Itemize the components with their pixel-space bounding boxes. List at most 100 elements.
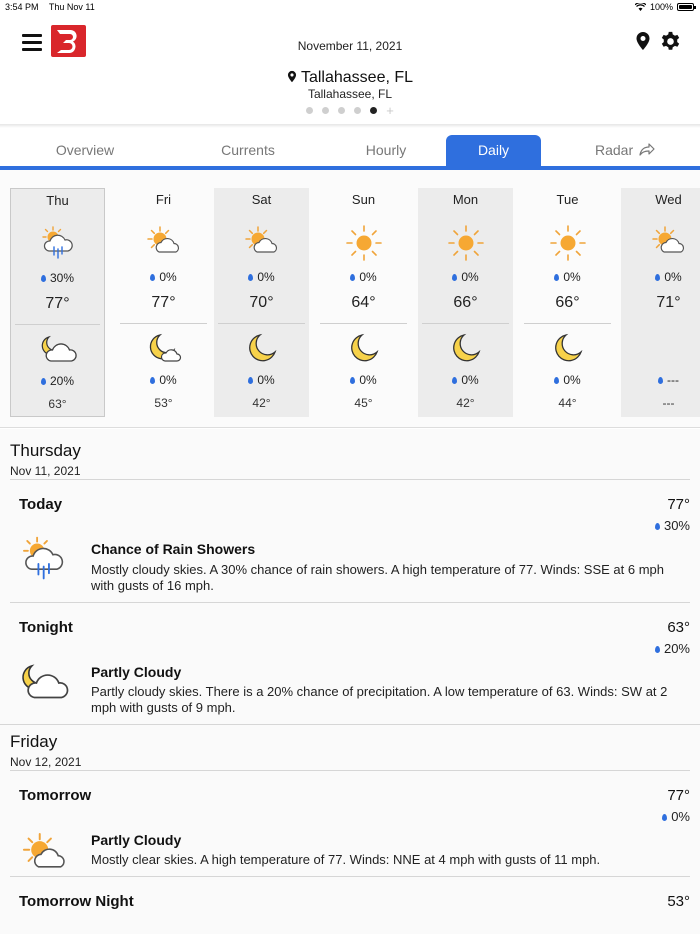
forecast-day-name: Sat bbox=[251, 192, 272, 207]
forecast-day-name: Mon bbox=[452, 192, 479, 207]
divider bbox=[120, 323, 207, 324]
header-date: November 11, 2021 bbox=[297, 39, 403, 53]
raindrop-icon bbox=[554, 274, 560, 281]
forecast-day-1[interactable]: Fri 0% 77° 0% 53° bbox=[116, 188, 211, 417]
forecast-night-precip: 0% bbox=[520, 373, 615, 387]
app-header: November 11, 2021 Tallahassee, FL Tallah… bbox=[0, 14, 700, 126]
forecast-day-precip: 30% bbox=[11, 271, 104, 285]
forecast-low: 42° bbox=[456, 396, 475, 410]
partly-cloudy-night-icon bbox=[41, 336, 77, 362]
add-location-icon[interactable]: + bbox=[386, 104, 394, 117]
page-dot[interactable] bbox=[306, 107, 314, 114]
forecast-day-5[interactable]: Tue 0% 66° 0% 44° bbox=[520, 188, 615, 417]
forecast-day-name: Thu bbox=[46, 193, 69, 208]
forecast-day-name: Sun bbox=[351, 192, 376, 207]
raindrop-icon bbox=[662, 814, 668, 821]
divider bbox=[15, 324, 100, 325]
forecast-high: 66° bbox=[453, 294, 478, 311]
forecast-day-name: Wed bbox=[655, 192, 682, 207]
partly-sunny-icon bbox=[245, 226, 278, 253]
period-temp: 53° bbox=[667, 893, 690, 910]
divider bbox=[422, 323, 509, 324]
forecast-night-precip: 0% bbox=[116, 373, 211, 387]
forecast-day-6[interactable]: Wed 0% 71° --- --- bbox=[621, 188, 700, 417]
partly-cloudy-rain-icon bbox=[23, 536, 64, 580]
forecast-night-precip: 20% bbox=[11, 374, 104, 388]
forecast-night-precip: 0% bbox=[316, 373, 411, 387]
forecast-day-precip: 0% bbox=[418, 270, 513, 284]
forecast-day-precip-value: 0% bbox=[461, 270, 479, 284]
raindrop-icon bbox=[452, 274, 458, 281]
forecast-day-2[interactable]: Sat 0% 70° 0% 42° bbox=[214, 188, 309, 417]
period-name: Today bbox=[19, 496, 63, 513]
tab-radar-label: Radar bbox=[594, 142, 634, 158]
sun-icon bbox=[346, 225, 382, 261]
forecast-night-precip-value: 0% bbox=[461, 373, 479, 387]
raindrop-icon bbox=[658, 377, 663, 384]
forecast-night-precip-value: 0% bbox=[159, 373, 177, 387]
period-name: Tomorrow bbox=[19, 787, 92, 804]
location-title: Tallahassee, FL bbox=[300, 69, 414, 86]
raindrop-icon bbox=[150, 274, 156, 281]
day-header-title: Friday bbox=[10, 732, 58, 751]
tab-daily[interactable]: Daily bbox=[446, 135, 541, 166]
page-dot[interactable] bbox=[338, 107, 346, 114]
divider bbox=[0, 724, 700, 725]
forecast-day-0[interactable]: Thu 30% 77° 20% 63° bbox=[10, 188, 105, 417]
moon-icon bbox=[453, 334, 480, 362]
day-header-thursday: Thursday Nov 11, 2021 bbox=[10, 441, 81, 478]
raindrop-icon bbox=[554, 377, 560, 384]
raindrop-icon bbox=[655, 274, 661, 281]
sun-icon bbox=[448, 225, 484, 261]
forecast-day-name: Fri bbox=[155, 192, 172, 207]
forecast-low: 53° bbox=[154, 396, 173, 410]
forecast-night-precip-value: 0% bbox=[257, 373, 275, 387]
forecast-day-precip: 0% bbox=[116, 270, 211, 284]
forecast-high: 77° bbox=[45, 295, 70, 312]
forecast-night-precip: 0% bbox=[214, 373, 309, 387]
share-arrow-icon bbox=[639, 143, 655, 156]
tab-hourly[interactable]: Hourly bbox=[336, 135, 436, 166]
location-pin-small-icon bbox=[287, 70, 297, 83]
forecast-day-3[interactable]: Sun 0% 64° 0% 45° bbox=[316, 188, 411, 417]
moon-icon bbox=[555, 334, 582, 362]
forecast-high: 64° bbox=[351, 294, 376, 311]
status-bar: 3:54 PM Thu Nov 11 100% bbox=[0, 0, 700, 14]
period-precip-value: 30% bbox=[663, 518, 690, 533]
tab-bar: Overview Currents Hourly Daily Radar bbox=[0, 135, 700, 169]
forecast-day-4[interactable]: Mon 0% 66° 0% 42° bbox=[418, 188, 513, 417]
forecast-night-precip-value: --- bbox=[667, 373, 679, 387]
forecast-day-name: Tue bbox=[556, 192, 579, 207]
day-header-title: Thursday bbox=[10, 441, 81, 460]
forecast-day-precip-value: 0% bbox=[359, 270, 377, 284]
forecast-day-precip-value: 0% bbox=[257, 270, 275, 284]
period-condition: Partly Cloudy bbox=[91, 664, 182, 680]
period-condition: Chance of Rain Showers bbox=[91, 541, 256, 557]
partly-sunny-icon bbox=[147, 226, 180, 253]
page-indicator[interactable]: + bbox=[0, 104, 700, 117]
location-selector[interactable]: Tallahassee, FL bbox=[0, 69, 700, 87]
tab-radar[interactable]: Radar bbox=[570, 135, 680, 166]
forecast-high: 77° bbox=[151, 294, 176, 311]
battery-icon bbox=[677, 3, 696, 11]
location-pin-icon[interactable] bbox=[635, 31, 651, 51]
wifi-icon bbox=[634, 3, 646, 11]
period-precip-value: 0% bbox=[671, 809, 690, 824]
gear-icon[interactable] bbox=[660, 31, 681, 52]
page-dot[interactable] bbox=[354, 107, 362, 114]
divider bbox=[10, 602, 690, 603]
period-name: Tomorrow Night bbox=[19, 893, 134, 910]
raindrop-icon bbox=[654, 523, 660, 530]
battery-percent: 100% bbox=[649, 2, 673, 12]
forecast-day-precip: 0% bbox=[520, 270, 615, 284]
forecast-day-precip: 0% bbox=[621, 270, 700, 284]
page-dot[interactable] bbox=[322, 107, 330, 114]
forecast-low: 63° bbox=[48, 397, 67, 411]
daily-details-list: Thursday Nov 11, 2021 Today 77° 30% Chan… bbox=[0, 429, 700, 934]
tab-overview[interactable]: Overview bbox=[35, 135, 135, 166]
period-precip: 0% bbox=[662, 809, 690, 824]
tab-currents[interactable]: Currents bbox=[198, 135, 298, 166]
daily-forecast-strip[interactable]: Thu 30% 77° 20% 63° Fri 0% 77° 0% 53° Sat 0% 70° 0% 42… bbox=[0, 170, 700, 428]
page-dot-active[interactable] bbox=[370, 107, 378, 114]
divider bbox=[10, 876, 690, 877]
